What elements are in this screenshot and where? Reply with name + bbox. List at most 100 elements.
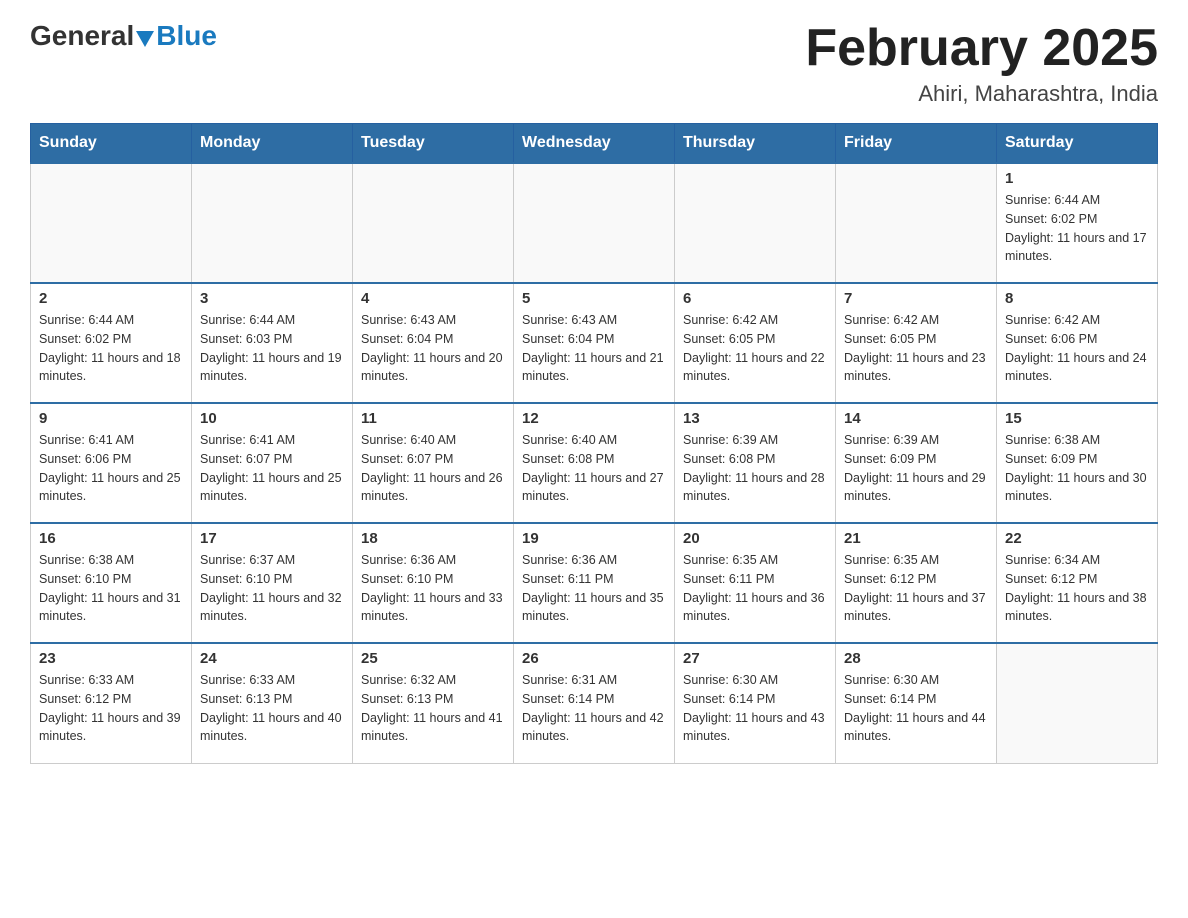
calendar-cell (192, 163, 353, 283)
day-header-saturday: Saturday (997, 124, 1158, 164)
day-info: Sunrise: 6:41 AM Sunset: 6:07 PM Dayligh… (200, 431, 344, 506)
calendar-cell (675, 163, 836, 283)
calendar-cell: 1 Sunrise: 6:44 AM Sunset: 6:02 PM Daylig… (997, 163, 1158, 283)
calendar-cell: 3 Sunrise: 6:44 AM Sunset: 6:03 PM Daylig… (192, 283, 353, 403)
calendar-cell (997, 643, 1158, 763)
logo-text: General Blue (30, 20, 217, 52)
logo-triangle-icon (136, 31, 154, 47)
day-info: Sunrise: 6:36 AM Sunset: 6:11 PM Dayligh… (522, 551, 666, 626)
calendar-week-row: 16Sunrise: 6:38 AM Sunset: 6:10 PM Dayli… (31, 523, 1158, 643)
calendar-cell: 19 Sunrise: 6:36 AM Sunset: 6:11 PM Dayli… (514, 523, 675, 643)
calendar-cell: 18 Sunrise: 6:36 AM Sunset: 6:10 PM Dayli… (353, 523, 514, 643)
calendar-cell (836, 163, 997, 283)
day-info: Sunrise: 6:43 AM Sunset: 6:04 PM Dayligh… (361, 311, 505, 386)
day-info: Sunrise: 6:33 AM Sunset: 6:13 PM Dayligh… (200, 671, 344, 746)
calendar-week-row: 9Sunrise: 6:41 AM Sunset: 6:06 PM Daylig… (31, 403, 1158, 523)
day-number: 2 (39, 290, 183, 307)
calendar-week-row: 2 Sunrise: 6:44 AM Sunset: 6:02 PM Daylig… (31, 283, 1158, 403)
calendar-cell: 25 Sunrise: 6:32 AM Sunset: 6:13 PM Dayli… (353, 643, 514, 763)
day-number: 22 (1005, 530, 1149, 547)
day-info: Sunrise: 6:35 AM Sunset: 6:11 PM Dayligh… (683, 551, 827, 626)
page-title: February 2025 (805, 20, 1158, 77)
day-info: Sunrise: 6:40 AM Sunset: 6:07 PM Dayligh… (361, 431, 505, 506)
day-number: 11 (361, 410, 505, 427)
day-info: Sunrise: 6:32 AM Sunset: 6:13 PM Dayligh… (361, 671, 505, 746)
calendar-cell: 23 Sunrise: 6:33 AM Sunset: 6:12 PM Dayli… (31, 643, 192, 763)
day-info: Sunrise: 6:31 AM Sunset: 6:14 PM Dayligh… (522, 671, 666, 746)
day-info: Sunrise: 6:42 AM Sunset: 6:05 PM Dayligh… (683, 311, 827, 386)
day-number: 12 (522, 410, 666, 427)
day-number: 7 (844, 290, 988, 307)
calendar-cell (514, 163, 675, 283)
day-number: 26 (522, 650, 666, 667)
day-info: Sunrise: 6:38 AM Sunset: 6:09 PM Dayligh… (1005, 431, 1149, 506)
calendar-cell: 9Sunrise: 6:41 AM Sunset: 6:06 PM Daylig… (31, 403, 192, 523)
calendar-week-row: 23 Sunrise: 6:33 AM Sunset: 6:12 PM Dayli… (31, 643, 1158, 763)
calendar-cell (31, 163, 192, 283)
day-number: 5 (522, 290, 666, 307)
calendar-cell: 22 Sunrise: 6:34 AM Sunset: 6:12 PM Dayli… (997, 523, 1158, 643)
day-header-tuesday: Tuesday (353, 124, 514, 164)
day-number: 14 (844, 410, 988, 427)
calendar-cell: 2 Sunrise: 6:44 AM Sunset: 6:02 PM Daylig… (31, 283, 192, 403)
day-info: Sunrise: 6:44 AM Sunset: 6:03 PM Dayligh… (200, 311, 344, 386)
calendar-cell: 6 Sunrise: 6:42 AM Sunset: 6:05 PM Daylig… (675, 283, 836, 403)
day-number: 6 (683, 290, 827, 307)
day-info: Sunrise: 6:34 AM Sunset: 6:12 PM Dayligh… (1005, 551, 1149, 626)
logo: General Blue (30, 20, 217, 52)
day-number: 16 (39, 530, 183, 547)
calendar-cell (353, 163, 514, 283)
calendar-cell: 20 Sunrise: 6:35 AM Sunset: 6:11 PM Dayli… (675, 523, 836, 643)
calendar-cell: 10 Sunrise: 6:41 AM Sunset: 6:07 PM Dayli… (192, 403, 353, 523)
day-info: Sunrise: 6:41 AM Sunset: 6:06 PM Dayligh… (39, 431, 183, 506)
calendar-cell: 16Sunrise: 6:38 AM Sunset: 6:10 PM Dayli… (31, 523, 192, 643)
calendar-header-row: SundayMondayTuesdayWednesdayThursdayFrid… (31, 124, 1158, 164)
day-info: Sunrise: 6:30 AM Sunset: 6:14 PM Dayligh… (844, 671, 988, 746)
logo-blue: Blue (156, 20, 217, 52)
day-number: 10 (200, 410, 344, 427)
calendar-cell: 24 Sunrise: 6:33 AM Sunset: 6:13 PM Dayli… (192, 643, 353, 763)
day-info: Sunrise: 6:35 AM Sunset: 6:12 PM Dayligh… (844, 551, 988, 626)
calendar-cell: 17Sunrise: 6:37 AM Sunset: 6:10 PM Dayli… (192, 523, 353, 643)
calendar-cell: 7 Sunrise: 6:42 AM Sunset: 6:05 PM Daylig… (836, 283, 997, 403)
day-header-thursday: Thursday (675, 124, 836, 164)
day-number: 19 (522, 530, 666, 547)
day-number: 18 (361, 530, 505, 547)
day-number: 21 (844, 530, 988, 547)
day-number: 20 (683, 530, 827, 547)
day-number: 13 (683, 410, 827, 427)
calendar-cell: 15 Sunrise: 6:38 AM Sunset: 6:09 PM Dayli… (997, 403, 1158, 523)
calendar-cell: 13 Sunrise: 6:39 AM Sunset: 6:08 PM Dayli… (675, 403, 836, 523)
day-info: Sunrise: 6:44 AM Sunset: 6:02 PM Dayligh… (1005, 191, 1149, 266)
day-number: 24 (200, 650, 344, 667)
day-info: Sunrise: 6:43 AM Sunset: 6:04 PM Dayligh… (522, 311, 666, 386)
calendar-cell: 5 Sunrise: 6:43 AM Sunset: 6:04 PM Daylig… (514, 283, 675, 403)
day-number: 4 (361, 290, 505, 307)
day-info: Sunrise: 6:33 AM Sunset: 6:12 PM Dayligh… (39, 671, 183, 746)
day-number: 17 (200, 530, 344, 547)
calendar-cell: 27 Sunrise: 6:30 AM Sunset: 6:14 PM Dayli… (675, 643, 836, 763)
day-info: Sunrise: 6:44 AM Sunset: 6:02 PM Dayligh… (39, 311, 183, 386)
page-subtitle: Ahiri, Maharashtra, India (805, 81, 1158, 107)
day-number: 23 (39, 650, 183, 667)
calendar-cell: 28Sunrise: 6:30 AM Sunset: 6:14 PM Dayli… (836, 643, 997, 763)
day-number: 27 (683, 650, 827, 667)
title-block: February 2025 Ahiri, Maharashtra, India (805, 20, 1158, 107)
day-number: 8 (1005, 290, 1149, 307)
calendar-cell: 26 Sunrise: 6:31 AM Sunset: 6:14 PM Dayli… (514, 643, 675, 763)
day-number: 15 (1005, 410, 1149, 427)
day-number: 3 (200, 290, 344, 307)
day-header-monday: Monday (192, 124, 353, 164)
day-info: Sunrise: 6:39 AM Sunset: 6:08 PM Dayligh… (683, 431, 827, 506)
calendar-cell: 8Sunrise: 6:42 AM Sunset: 6:06 PM Daylig… (997, 283, 1158, 403)
calendar-table: SundayMondayTuesdayWednesdayThursdayFrid… (30, 123, 1158, 764)
day-number: 25 (361, 650, 505, 667)
calendar-cell: 14Sunrise: 6:39 AM Sunset: 6:09 PM Dayli… (836, 403, 997, 523)
calendar-cell: 12Sunrise: 6:40 AM Sunset: 6:08 PM Dayli… (514, 403, 675, 523)
day-number: 1 (1005, 170, 1149, 187)
day-info: Sunrise: 6:30 AM Sunset: 6:14 PM Dayligh… (683, 671, 827, 746)
day-header-sunday: Sunday (31, 124, 192, 164)
page-header: General Blue February 2025 Ahiri, Mahara… (30, 20, 1158, 107)
day-info: Sunrise: 6:42 AM Sunset: 6:05 PM Dayligh… (844, 311, 988, 386)
day-info: Sunrise: 6:36 AM Sunset: 6:10 PM Dayligh… (361, 551, 505, 626)
